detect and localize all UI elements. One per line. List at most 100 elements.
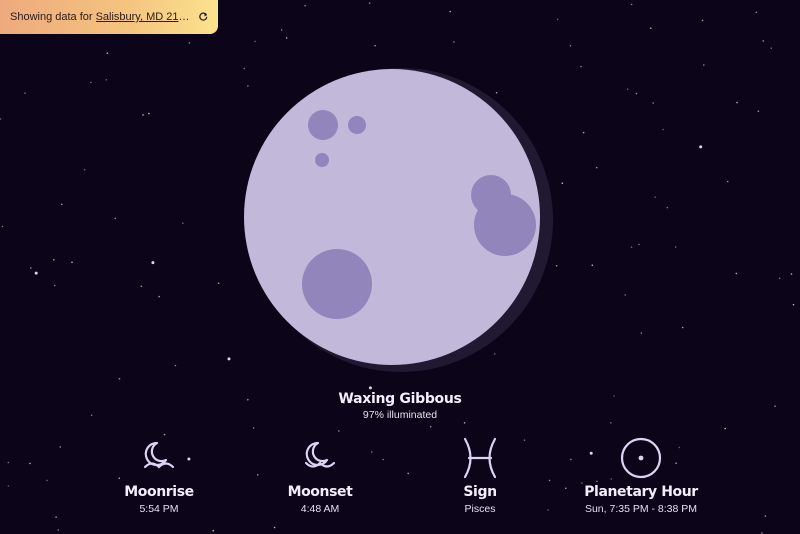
star <box>792 303 795 306</box>
star <box>449 10 452 13</box>
star <box>624 294 626 296</box>
stat-label: Moonset <box>287 484 353 500</box>
star <box>90 414 93 417</box>
star <box>227 357 231 361</box>
star <box>0 118 2 120</box>
star <box>561 182 564 184</box>
star <box>304 4 306 7</box>
star <box>666 206 669 209</box>
sun-symbol-icon <box>620 437 662 479</box>
star <box>569 45 572 47</box>
location-link[interactable]: Salisbury, MD 21804... <box>96 11 192 23</box>
star <box>757 110 760 112</box>
star <box>46 479 48 482</box>
star <box>638 243 640 246</box>
star <box>114 217 116 220</box>
star <box>254 40 256 43</box>
stat-planetary-hour: Planetary Hour Sun, 7:35 PM - 8:38 PM <box>561 436 721 515</box>
star <box>90 81 92 84</box>
star <box>726 180 729 183</box>
star <box>555 264 558 267</box>
star <box>774 405 776 408</box>
star <box>338 430 340 432</box>
stat-label: Planetary Hour <box>584 484 698 500</box>
star <box>106 52 109 54</box>
star <box>556 18 559 21</box>
star <box>701 19 704 22</box>
star <box>613 395 615 397</box>
star <box>610 422 612 424</box>
stat-moonrise: Moonrise 5:54 PM <box>79 436 239 515</box>
star <box>778 277 781 280</box>
star <box>770 47 773 49</box>
star <box>736 101 738 104</box>
star <box>71 261 73 264</box>
stat-label: Sign <box>463 484 497 500</box>
star <box>61 203 63 206</box>
moon-crater <box>315 153 329 167</box>
stat-value: Sun, 7:35 PM - 8:38 PM <box>584 503 698 515</box>
star <box>640 332 643 334</box>
star <box>703 64 705 66</box>
moon-phase-screen: Showing data for Salisbury, MD 21804... … <box>0 0 800 534</box>
star <box>591 264 594 267</box>
star <box>34 271 38 275</box>
stat-value: 4:48 AM <box>300 503 340 515</box>
star <box>650 27 652 30</box>
stat-value: 5:54 PM <box>139 503 179 515</box>
star <box>368 2 371 4</box>
star <box>273 526 276 529</box>
star <box>188 42 191 44</box>
star <box>285 37 288 39</box>
star <box>24 92 26 94</box>
star <box>580 65 582 68</box>
star <box>212 529 214 532</box>
refresh-icon[interactable] <box>198 11 208 23</box>
stat-label: Moonrise <box>124 484 194 500</box>
star <box>681 326 684 329</box>
star <box>105 79 108 81</box>
star <box>217 282 220 285</box>
star <box>429 425 432 428</box>
star <box>247 398 249 401</box>
star <box>174 364 177 367</box>
pisces-icon <box>463 437 497 479</box>
star <box>54 284 56 287</box>
star <box>118 377 121 380</box>
stat-sign: Sign Pisces <box>400 436 560 515</box>
star <box>630 3 633 6</box>
star <box>463 422 466 424</box>
star <box>7 485 10 487</box>
star <box>652 102 654 104</box>
star <box>83 168 86 171</box>
stat-moonset: Moonset 4:48 AM <box>240 436 400 515</box>
stat-value: Pisces <box>464 503 496 515</box>
star <box>158 295 160 298</box>
moon-crater <box>302 249 372 319</box>
location-prefix-label: Showing data for <box>10 11 93 23</box>
star <box>654 196 656 198</box>
star <box>148 112 150 115</box>
star <box>674 246 677 248</box>
star <box>7 461 10 464</box>
star <box>1 225 4 228</box>
star <box>55 516 57 518</box>
star <box>630 246 633 248</box>
star <box>626 88 629 90</box>
star <box>582 131 585 134</box>
star <box>699 145 703 149</box>
star <box>252 427 255 429</box>
phase-name: Waxing Gibbous <box>338 391 462 407</box>
star <box>662 128 664 131</box>
star <box>29 462 31 465</box>
star <box>368 386 372 390</box>
moonrise-icon <box>143 441 175 469</box>
moon-crater <box>474 194 536 256</box>
moonset-icon <box>304 441 336 468</box>
star <box>764 515 767 517</box>
star <box>151 261 155 265</box>
star <box>790 273 793 275</box>
star <box>453 41 455 43</box>
moon-illustration <box>244 68 553 372</box>
star <box>30 267 32 269</box>
